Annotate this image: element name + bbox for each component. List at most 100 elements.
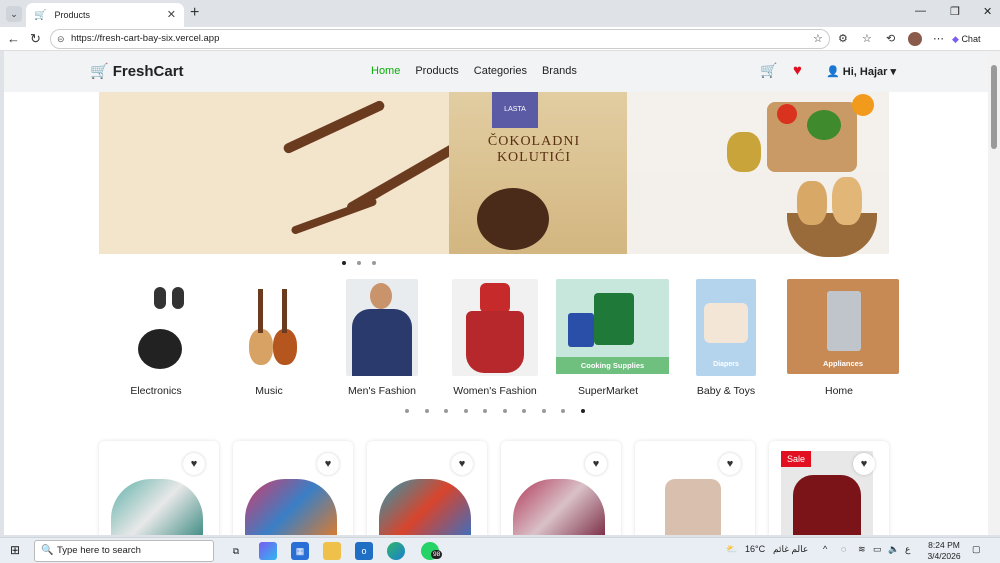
scarf-image: [513, 479, 605, 535]
wishlist-heart-icon[interactable]: ♥: [317, 453, 339, 475]
category-supermarket[interactable]: Cooking Supplies SuperMarket: [556, 279, 669, 397]
category-label: Women's Fashion: [453, 385, 537, 397]
favorite-star-icon[interactable]: ☆: [813, 32, 823, 45]
browser-tab-products[interactable]: 🛒 Products ✕: [26, 3, 184, 27]
clock[interactable]: 8:24 PM 3/4/2026: [922, 540, 966, 562]
pager-dot[interactable]: [463, 409, 468, 413]
pager-dot[interactable]: [522, 409, 526, 413]
pager-dot[interactable]: [444, 409, 448, 413]
pager-dot[interactable]: [541, 409, 546, 413]
product-card[interactable]: ♥: [367, 441, 487, 535]
diapers-image: Diapers: [696, 279, 756, 376]
page-scrollbar[interactable]: [988, 51, 1000, 535]
category-womens-fashion[interactable]: Women's Fashion: [443, 279, 547, 397]
wishlist-heart-icon[interactable]: ♥: [793, 62, 802, 79]
back-icon[interactable]: ←: [7, 31, 20, 46]
pager-dot[interactable]: [580, 409, 585, 413]
product-card[interactable]: ♥: [501, 441, 621, 535]
extensions-icon[interactable]: ⚙: [838, 32, 848, 45]
earbuds-image: [116, 279, 196, 373]
restore-icon[interactable]: ❐: [950, 5, 960, 18]
clock-time: 8:24 PM: [928, 540, 960, 550]
wifi-icon[interactable]: ≋: [858, 544, 866, 555]
nav-categories[interactable]: Categories: [474, 65, 527, 77]
hero-slider[interactable]: LASTA ČOKOLADNI KOLUTIĆI: [99, 92, 627, 254]
wishlist-heart-icon[interactable]: ♥: [585, 453, 607, 475]
category-music[interactable]: Music: [217, 279, 321, 397]
language-indicator[interactable]: ع: [905, 544, 910, 555]
side-banner-vegetables[interactable]: [627, 92, 889, 173]
product-card[interactable]: Sale ♥: [769, 441, 889, 535]
weather-icon[interactable]: ⛅: [726, 544, 737, 555]
sale-badge: Sale: [781, 451, 812, 467]
new-tab-icon[interactable]: +: [190, 4, 199, 22]
notification-badge: 98: [431, 550, 443, 559]
battery-icon[interactable]: ▭: [873, 544, 882, 555]
side-banner-bread[interactable]: [627, 173, 889, 257]
nav-brands[interactable]: Brands: [542, 65, 577, 77]
copilot-app-icon[interactable]: [259, 542, 277, 560]
close-window-icon[interactable]: ✕: [983, 5, 992, 18]
coffee-machine-image: Appliances: [787, 279, 899, 374]
header-cart-icon[interactable]: 🛒: [760, 62, 777, 79]
weather-temp[interactable]: 16°C: [745, 544, 765, 554]
minimize-icon[interactable]: —: [915, 5, 926, 17]
whatsapp-app-icon[interactable]: 98: [421, 542, 443, 560]
browser-tab-bar: ⌄ 🛒 Products ✕ + — ❐ ✕: [0, 0, 1000, 27]
category-baby-toys[interactable]: Diapers Baby & Toys: [674, 279, 778, 397]
wishlist-heart-icon[interactable]: ♥: [853, 453, 875, 475]
tab-list-dropdown-icon[interactable]: ⌄: [6, 6, 22, 22]
copilot-chat-button[interactable]: ◆ Chat: [952, 30, 996, 48]
image-caption: Cooking Supplies: [556, 357, 669, 374]
volume-icon[interactable]: 🔈: [888, 544, 899, 555]
site-logo[interactable]: 🛒 FreshCart: [90, 62, 184, 81]
pager-dot[interactable]: [502, 409, 507, 413]
tomato-image: [777, 104, 797, 124]
edge-app-icon[interactable]: [387, 542, 405, 560]
outlook-app-icon[interactable]: o: [355, 542, 373, 560]
pager-dot[interactable]: [561, 409, 565, 413]
product-card[interactable]: ♥: [99, 441, 219, 535]
copilot-icon: ◆: [952, 34, 959, 44]
pager-dot[interactable]: [405, 409, 409, 413]
wishlist-heart-icon[interactable]: ♥: [719, 453, 741, 475]
hero-product-name: ČOKOLADNI KOLUTIĆI: [487, 134, 581, 165]
user-menu[interactable]: 👤 Hi, Hajar ▾: [826, 65, 896, 78]
profile-avatar[interactable]: [908, 32, 922, 46]
notifications-icon[interactable]: ▢: [972, 544, 981, 555]
pager-dot[interactable]: [424, 409, 429, 413]
pager-dot[interactable]: [372, 261, 376, 265]
address-bar-row: ← ↻ ⊝ https://fresh-cart-bay-six.vercel.…: [0, 27, 1000, 51]
history-icon[interactable]: ⟲: [886, 32, 895, 45]
refresh-icon[interactable]: ↻: [30, 31, 41, 47]
pager-dot[interactable]: [357, 261, 361, 265]
nav-home[interactable]: Home: [371, 65, 400, 77]
image-caption: Diapers: [713, 361, 739, 368]
nav-products[interactable]: Products: [415, 65, 458, 77]
category-mens-fashion[interactable]: Men's Fashion: [330, 279, 434, 397]
task-view-icon[interactable]: ⧉: [227, 542, 245, 560]
pager-dot[interactable]: [483, 409, 487, 413]
product-card[interactable]: ♥: [233, 441, 353, 535]
favorites-icon[interactable]: ☆: [862, 32, 872, 45]
wishlist-heart-icon[interactable]: ♥: [183, 453, 205, 475]
product-card[interactable]: ♥: [635, 441, 755, 535]
category-label: Baby & Toys: [696, 385, 756, 397]
network-icon[interactable]: ◌: [841, 544, 846, 554]
category-label: Music: [255, 385, 283, 397]
tray-expand-icon[interactable]: ^: [823, 544, 827, 554]
url-field[interactable]: ⊝ https://fresh-cart-bay-six.vercel.app: [50, 29, 830, 49]
site-info-icon[interactable]: ⊝: [57, 30, 65, 48]
category-electronics[interactable]: Electronics: [104, 279, 208, 397]
pager-dot[interactable]: [342, 261, 346, 265]
close-tab-icon[interactable]: ✕: [167, 8, 176, 21]
store-app-icon[interactable]: ▦: [291, 542, 309, 560]
taskbar-search[interactable]: 🔍 Type here to search: [34, 540, 214, 562]
file-explorer-icon[interactable]: [323, 542, 341, 560]
windows-start-icon[interactable]: ⊞: [10, 543, 20, 557]
scrollbar-thumb[interactable]: [991, 65, 997, 149]
wishlist-heart-icon[interactable]: ♥: [451, 453, 473, 475]
category-home[interactable]: Appliances Home: [787, 279, 899, 397]
hero-pager: [342, 261, 376, 265]
more-menu-icon[interactable]: ⋯: [933, 32, 944, 45]
